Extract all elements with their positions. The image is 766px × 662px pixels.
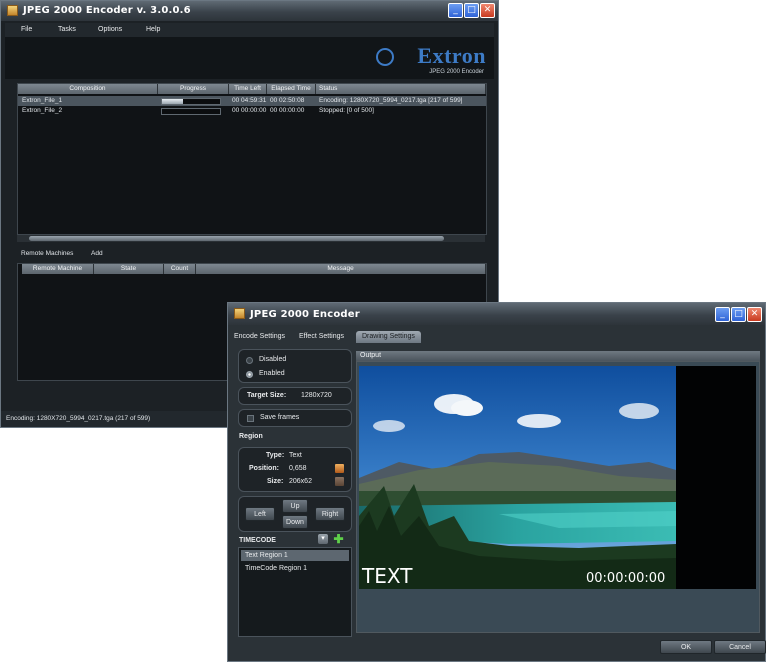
menu-bar: File Tasks Options Help xyxy=(5,23,494,37)
elapsed-cell: 00 00:00:00 xyxy=(270,107,305,114)
logo-banner: Extron JPEG 2000 Encoder xyxy=(5,37,494,79)
edit-size-icon[interactable] xyxy=(335,477,344,486)
add-region-icon[interactable]: ✚ xyxy=(333,533,344,545)
regions-list: Text Region 1 TimeCode Region 1 xyxy=(238,547,352,637)
close-button[interactable]: ✕ xyxy=(747,307,762,322)
status-cell: Encoding: 1280X720_5994_0217.tga [217 of… xyxy=(319,97,463,104)
output-header: Output xyxy=(356,351,760,361)
col-message[interactable]: Message xyxy=(196,264,486,274)
progress-fill xyxy=(162,99,183,104)
output-unused-area xyxy=(676,366,756,589)
edit-position-icon[interactable] xyxy=(335,464,344,473)
left-button[interactable]: Left xyxy=(245,507,275,521)
minimize-button[interactable]: _ xyxy=(448,3,463,18)
composition-cell: Extron_File_1 xyxy=(22,97,63,104)
encoder-titlebar[interactable]: JPEG 2000 Encoder _ □ ✕ xyxy=(228,303,765,325)
output-preview: TEXT 00:00:00:00 xyxy=(356,361,760,633)
table-row[interactable]: Extron_File_2 00 00:00:00 00 00:00:00 St… xyxy=(18,106,486,116)
scrollbar-thumb[interactable] xyxy=(29,236,444,241)
list-item[interactable]: Text Region 1 xyxy=(241,550,349,561)
target-size-value: 1280x720 xyxy=(301,392,332,399)
tab-remote-machines[interactable]: Remote Machines xyxy=(21,250,73,257)
time-left-cell: 00 04:59:31 xyxy=(232,97,267,104)
col-remote-machine[interactable]: Remote Machine xyxy=(22,264,94,274)
tab-encode-settings[interactable]: Encode Settings xyxy=(234,331,285,343)
elapsed-cell: 00 02:50:08 xyxy=(270,97,305,104)
down-button[interactable]: Down xyxy=(282,515,308,529)
ok-button[interactable]: OK xyxy=(660,640,712,654)
disabled-radio[interactable] xyxy=(246,357,253,364)
main-window-title: JPEG 2000 Encoder v. 3.0.0.6 xyxy=(23,5,191,16)
list-item[interactable]: TimeCode Region 1 xyxy=(241,563,349,574)
tab-add[interactable]: Add xyxy=(91,250,103,257)
table-row[interactable]: Extron_File_1 00 04:59:31 00 02:50:08 En… xyxy=(18,96,486,106)
target-size-label: Target Size: xyxy=(247,392,287,399)
save-frames-label: Save frames xyxy=(260,414,300,421)
size-label: Size: xyxy=(267,478,284,485)
col-progress[interactable]: Progress xyxy=(158,84,229,94)
status-cell: Stopped: [0 of 500] xyxy=(319,107,374,114)
up-button[interactable]: Up xyxy=(282,499,308,513)
chevron-down-icon[interactable]: ▾ xyxy=(318,534,328,544)
right-button[interactable]: Right xyxy=(315,507,345,521)
encoder-window: JPEG 2000 Encoder _ □ ✕ Encode Settings … xyxy=(227,302,766,662)
type-label: Type: xyxy=(266,452,285,459)
logo-subtitle: JPEG 2000 Encoder xyxy=(429,69,484,75)
tab-effect-settings[interactable]: Effect Settings xyxy=(299,331,344,343)
col-elapsed-time[interactable]: Elapsed Time xyxy=(267,84,316,94)
col-state[interactable]: State xyxy=(94,264,164,274)
time-left-cell: 00 00:00:00 xyxy=(232,107,267,114)
col-composition[interactable]: Composition xyxy=(18,84,158,94)
logo-name: Extron xyxy=(417,43,486,68)
composition-cell: Extron_File_2 xyxy=(22,107,63,114)
encoder-window-title: JPEG 2000 Encoder xyxy=(250,309,360,320)
close-button[interactable]: ✕ xyxy=(480,3,495,18)
overlay-text: TEXT xyxy=(362,564,413,588)
menu-tasks[interactable]: Tasks xyxy=(58,26,76,33)
maximize-button[interactable]: □ xyxy=(731,307,746,322)
disabled-label: Disabled xyxy=(259,356,287,363)
minimize-button[interactable]: _ xyxy=(715,307,730,322)
type-value: Text xyxy=(289,452,302,459)
size-value: 206x62 xyxy=(289,478,312,485)
preview-image: TEXT 00:00:00:00 xyxy=(359,366,676,589)
target-size-group: Target Size: 1280x720 xyxy=(238,387,352,405)
col-time-left[interactable]: Time Left xyxy=(229,84,267,94)
save-frames-checkbox[interactable] xyxy=(247,415,254,422)
position-label: Position: xyxy=(249,465,279,472)
maximize-button[interactable]: □ xyxy=(464,3,479,18)
horizontal-scrollbar[interactable] xyxy=(17,235,485,242)
mode-group: Disabled Enabled xyxy=(238,349,352,383)
extron-logo: Extron JPEG 2000 Encoder xyxy=(366,43,486,79)
overlay-timecode: 00:00:00:00 xyxy=(586,571,666,586)
progress-bar xyxy=(161,98,221,105)
save-frames-group: Save frames xyxy=(238,409,352,427)
enabled-radio[interactable] xyxy=(246,371,253,378)
progress-bar xyxy=(161,108,221,115)
menu-file[interactable]: File xyxy=(21,26,32,33)
main-titlebar[interactable]: JPEG 2000 Encoder v. 3.0.0.6 _ □ ✕ xyxy=(1,1,498,21)
menu-help[interactable]: Help xyxy=(146,26,160,33)
cancel-button[interactable]: Cancel xyxy=(714,640,766,654)
region-heading: Region xyxy=(239,433,263,440)
menu-options[interactable]: Options xyxy=(98,26,122,33)
region-info-group: Type: Text Position: 0,658 Size: 206x62 xyxy=(238,447,352,492)
region-type-select[interactable]: TIMECODE xyxy=(239,537,276,544)
status-text: Encoding: 1280X720_5994_0217.tga (217 of… xyxy=(6,415,151,422)
enabled-label: Enabled xyxy=(259,370,285,377)
globe-icon xyxy=(376,48,394,66)
tab-drawing-settings[interactable]: Drawing Settings xyxy=(356,331,421,343)
col-count[interactable]: Count xyxy=(164,264,196,274)
jobs-table: Composition Progress Time Left Elapsed T… xyxy=(17,83,487,235)
position-value: 0,658 xyxy=(289,465,307,472)
col-status[interactable]: Status xyxy=(316,84,486,94)
nudge-group: Up Left Down Right xyxy=(238,496,352,532)
app-icon xyxy=(234,308,245,319)
app-icon xyxy=(7,5,18,16)
